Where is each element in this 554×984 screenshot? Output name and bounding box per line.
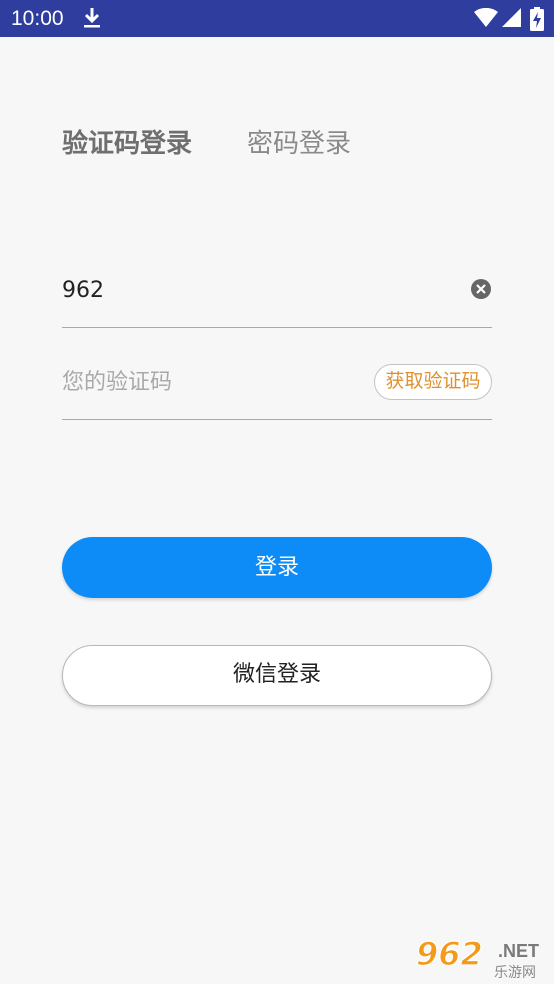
watermark-logo-text: 962 — [416, 935, 483, 973]
get-code-button[interactable]: 获取验证码 — [374, 364, 492, 400]
watermark-suffix: .NET — [498, 941, 539, 961]
code-input[interactable]: 您的验证码 — [62, 368, 172, 398]
tab-sms-login[interactable]: 验证码登录 — [62, 126, 192, 162]
download-icon — [82, 7, 102, 33]
status-time: 10:00 — [11, 7, 64, 30]
watermark-caption: 乐游网 — [494, 965, 536, 981]
signal-icon — [502, 8, 522, 32]
wechat-login-button[interactable]: 微信登录 — [62, 645, 492, 706]
tab-password-login[interactable]: 密码登录 — [247, 126, 351, 162]
wifi-icon — [474, 7, 498, 32]
status-bar: 10:00 — [0, 0, 554, 37]
login-button[interactable]: 登录 — [62, 537, 492, 598]
code-field[interactable]: 您的验证码 获取验证码 — [62, 354, 492, 420]
clear-icon[interactable] — [470, 278, 492, 300]
phone-input[interactable]: 962 — [62, 276, 104, 306]
battery-charging-icon — [530, 7, 544, 35]
phone-field[interactable]: 962 — [62, 262, 492, 328]
watermark-logo: 962 .NET 乐游网 — [414, 934, 549, 981]
